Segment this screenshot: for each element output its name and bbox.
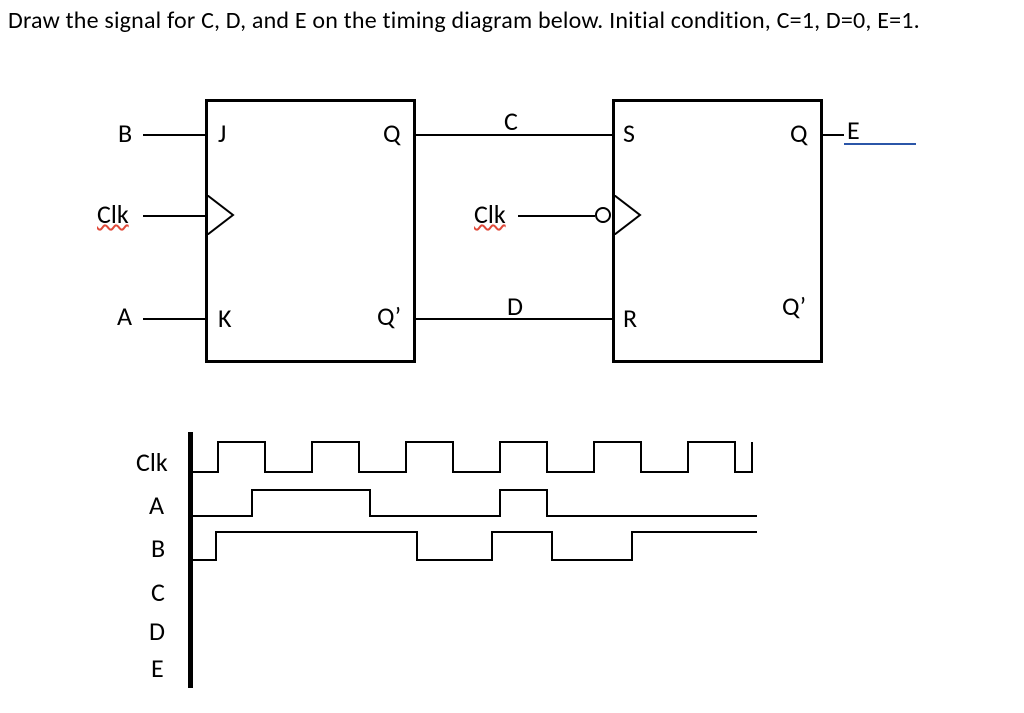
ff2-clock-bubble	[594, 206, 614, 226]
wire-clk1	[143, 215, 205, 217]
clk1-label: Clk	[97, 198, 129, 230]
clk2-label: Clk	[474, 198, 506, 230]
wire-clk2	[518, 215, 595, 217]
signal-b-label: B	[118, 117, 132, 149]
signal-c-label: C	[504, 105, 518, 137]
ff1-j-label: J	[218, 117, 226, 149]
wire-a-to-k	[143, 318, 205, 320]
question-prompt: Draw the signal for C, D, and E on the t…	[8, 6, 920, 35]
ff1-clock-triangle	[207, 195, 237, 235]
timing-label-a: A	[149, 489, 164, 521]
wire-into-s	[597, 134, 612, 136]
ff2-clock-triangle	[614, 195, 644, 235]
signal-a-label: A	[117, 300, 132, 332]
timing-label-c: C	[151, 576, 165, 608]
signal-d-label: D	[507, 290, 523, 322]
waveform-b	[192, 526, 762, 566]
wire-q-to-e	[820, 134, 844, 136]
ff1-qn-label: Q’	[377, 300, 401, 332]
ff2-s-label: S	[623, 117, 635, 149]
timing-label-d: D	[149, 615, 165, 647]
ff2-r-label: R	[623, 302, 637, 334]
wire-b-to-j	[143, 134, 205, 136]
ff1-q-label: Q	[383, 117, 401, 149]
ff1-k-label: K	[218, 302, 232, 334]
ff2-qn-label: Q’	[782, 290, 806, 322]
waveform-a	[192, 486, 762, 520]
signal-e-label: E	[847, 114, 860, 146]
timing-label-e: E	[151, 652, 164, 684]
wire-qn-to-r	[413, 318, 597, 320]
timing-label-b: B	[151, 532, 165, 564]
waveform-clk	[192, 436, 762, 476]
ff2-q-label: Q	[790, 117, 808, 149]
timing-label-clk: Clk	[136, 446, 168, 478]
wire-into-r	[597, 318, 612, 320]
